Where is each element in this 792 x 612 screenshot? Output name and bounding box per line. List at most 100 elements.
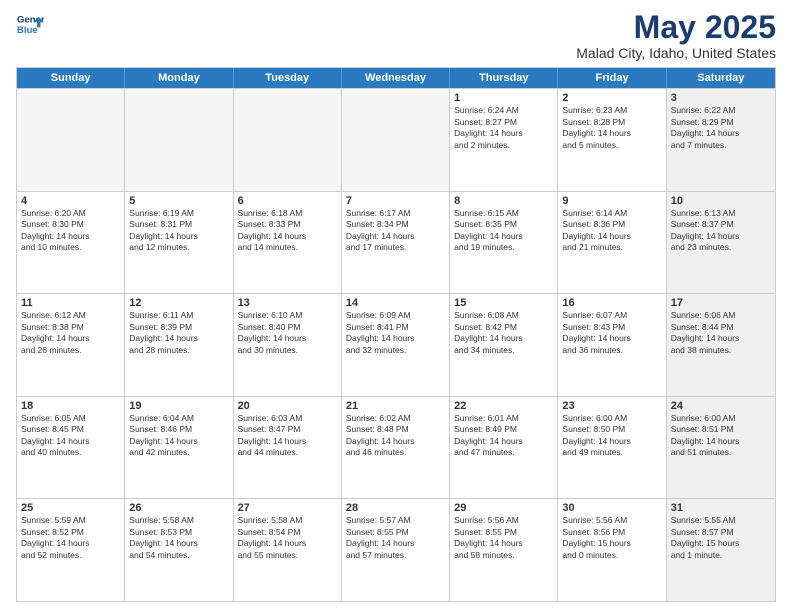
cell-info: Sunrise: 6:02 AM Sunset: 8:48 PM Dayligh… xyxy=(346,413,445,459)
cell-info: Sunrise: 6:15 AM Sunset: 8:35 PM Dayligh… xyxy=(454,208,553,254)
cell-info: Sunrise: 6:00 AM Sunset: 8:50 PM Dayligh… xyxy=(562,413,661,459)
day-number: 15 xyxy=(454,297,553,309)
calendar: SundayMondayTuesdayWednesdayThursdayFrid… xyxy=(16,67,776,602)
day-number: 9 xyxy=(562,195,661,207)
cal-cell-1-0: 4Sunrise: 6:20 AM Sunset: 8:30 PM Daylig… xyxy=(17,192,125,294)
cal-cell-3-5: 23Sunrise: 6:00 AM Sunset: 8:50 PM Dayli… xyxy=(558,397,666,499)
cal-cell-0-0 xyxy=(17,89,125,191)
cal-cell-2-3: 14Sunrise: 6:09 AM Sunset: 8:41 PM Dayli… xyxy=(342,294,450,396)
cal-cell-3-3: 21Sunrise: 6:02 AM Sunset: 8:48 PM Dayli… xyxy=(342,397,450,499)
cal-cell-3-1: 19Sunrise: 6:04 AM Sunset: 8:46 PM Dayli… xyxy=(125,397,233,499)
day-number: 29 xyxy=(454,502,553,514)
cal-row-2: 11Sunrise: 6:12 AM Sunset: 8:38 PM Dayli… xyxy=(17,293,775,396)
calendar-header: SundayMondayTuesdayWednesdayThursdayFrid… xyxy=(17,68,775,88)
day-number: 12 xyxy=(129,297,228,309)
day-number: 3 xyxy=(671,92,771,104)
day-number: 30 xyxy=(562,502,661,514)
cell-info: Sunrise: 6:03 AM Sunset: 8:47 PM Dayligh… xyxy=(238,413,337,459)
day-number: 17 xyxy=(671,297,771,309)
header-day-thursday: Thursday xyxy=(450,68,558,88)
cell-info: Sunrise: 5:58 AM Sunset: 8:54 PM Dayligh… xyxy=(238,515,337,561)
day-number: 24 xyxy=(671,400,771,412)
cal-cell-4-2: 27Sunrise: 5:58 AM Sunset: 8:54 PM Dayli… xyxy=(234,499,342,601)
day-number: 6 xyxy=(238,195,337,207)
cell-info: Sunrise: 6:06 AM Sunset: 8:44 PM Dayligh… xyxy=(671,310,771,356)
cal-row-4: 25Sunrise: 5:59 AM Sunset: 8:52 PM Dayli… xyxy=(17,498,775,601)
cell-info: Sunrise: 5:58 AM Sunset: 8:53 PM Dayligh… xyxy=(129,515,228,561)
cal-cell-4-6: 31Sunrise: 5:55 AM Sunset: 8:57 PM Dayli… xyxy=(667,499,775,601)
day-number: 16 xyxy=(562,297,661,309)
cal-cell-4-5: 30Sunrise: 5:56 AM Sunset: 8:56 PM Dayli… xyxy=(558,499,666,601)
logo: General Blue xyxy=(16,10,44,38)
cell-info: Sunrise: 6:22 AM Sunset: 8:29 PM Dayligh… xyxy=(671,105,771,151)
cell-info: Sunrise: 6:09 AM Sunset: 8:41 PM Dayligh… xyxy=(346,310,445,356)
cal-cell-3-6: 24Sunrise: 6:00 AM Sunset: 8:51 PM Dayli… xyxy=(667,397,775,499)
cal-row-0: 1Sunrise: 6:24 AM Sunset: 8:27 PM Daylig… xyxy=(17,88,775,191)
day-number: 31 xyxy=(671,502,771,514)
day-number: 14 xyxy=(346,297,445,309)
cell-info: Sunrise: 6:17 AM Sunset: 8:34 PM Dayligh… xyxy=(346,208,445,254)
cell-info: Sunrise: 5:59 AM Sunset: 8:52 PM Dayligh… xyxy=(21,515,120,561)
cell-info: Sunrise: 6:18 AM Sunset: 8:33 PM Dayligh… xyxy=(238,208,337,254)
day-number: 8 xyxy=(454,195,553,207)
cell-info: Sunrise: 5:55 AM Sunset: 8:57 PM Dayligh… xyxy=(671,515,771,561)
cell-info: Sunrise: 6:11 AM Sunset: 8:39 PM Dayligh… xyxy=(129,310,228,356)
cal-cell-2-0: 11Sunrise: 6:12 AM Sunset: 8:38 PM Dayli… xyxy=(17,294,125,396)
day-number: 19 xyxy=(129,400,228,412)
cal-cell-2-2: 13Sunrise: 6:10 AM Sunset: 8:40 PM Dayli… xyxy=(234,294,342,396)
cal-cell-3-4: 22Sunrise: 6:01 AM Sunset: 8:49 PM Dayli… xyxy=(450,397,558,499)
cal-cell-2-1: 12Sunrise: 6:11 AM Sunset: 8:39 PM Dayli… xyxy=(125,294,233,396)
cell-info: Sunrise: 6:10 AM Sunset: 8:40 PM Dayligh… xyxy=(238,310,337,356)
day-number: 11 xyxy=(21,297,120,309)
cell-info: Sunrise: 6:23 AM Sunset: 8:28 PM Dayligh… xyxy=(562,105,661,151)
cal-cell-4-4: 29Sunrise: 5:56 AM Sunset: 8:55 PM Dayli… xyxy=(450,499,558,601)
cal-row-3: 18Sunrise: 6:05 AM Sunset: 8:45 PM Dayli… xyxy=(17,396,775,499)
cal-cell-0-5: 2Sunrise: 6:23 AM Sunset: 8:28 PM Daylig… xyxy=(558,89,666,191)
day-number: 20 xyxy=(238,400,337,412)
header-day-tuesday: Tuesday xyxy=(234,68,342,88)
svg-text:Blue: Blue xyxy=(17,25,38,36)
cell-info: Sunrise: 6:19 AM Sunset: 8:31 PM Dayligh… xyxy=(129,208,228,254)
cal-cell-4-0: 25Sunrise: 5:59 AM Sunset: 8:52 PM Dayli… xyxy=(17,499,125,601)
cal-cell-2-4: 15Sunrise: 6:08 AM Sunset: 8:42 PM Dayli… xyxy=(450,294,558,396)
cell-info: Sunrise: 5:56 AM Sunset: 8:56 PM Dayligh… xyxy=(562,515,661,561)
day-number: 26 xyxy=(129,502,228,514)
cal-cell-1-6: 10Sunrise: 6:13 AM Sunset: 8:37 PM Dayli… xyxy=(667,192,775,294)
cal-cell-1-3: 7Sunrise: 6:17 AM Sunset: 8:34 PM Daylig… xyxy=(342,192,450,294)
day-number: 13 xyxy=(238,297,337,309)
cell-info: Sunrise: 6:14 AM Sunset: 8:36 PM Dayligh… xyxy=(562,208,661,254)
day-number: 2 xyxy=(562,92,661,104)
calendar-body: 1Sunrise: 6:24 AM Sunset: 8:27 PM Daylig… xyxy=(17,88,775,601)
day-number: 27 xyxy=(238,502,337,514)
day-number: 4 xyxy=(21,195,120,207)
cal-cell-4-3: 28Sunrise: 5:57 AM Sunset: 8:55 PM Dayli… xyxy=(342,499,450,601)
cal-row-1: 4Sunrise: 6:20 AM Sunset: 8:30 PM Daylig… xyxy=(17,191,775,294)
cell-info: Sunrise: 6:07 AM Sunset: 8:43 PM Dayligh… xyxy=(562,310,661,356)
header-day-sunday: Sunday xyxy=(17,68,125,88)
cell-info: Sunrise: 5:57 AM Sunset: 8:55 PM Dayligh… xyxy=(346,515,445,561)
day-number: 23 xyxy=(562,400,661,412)
cal-cell-2-5: 16Sunrise: 6:07 AM Sunset: 8:43 PM Dayli… xyxy=(558,294,666,396)
cal-cell-0-2 xyxy=(234,89,342,191)
header-day-saturday: Saturday xyxy=(667,68,775,88)
cal-cell-4-1: 26Sunrise: 5:58 AM Sunset: 8:53 PM Dayli… xyxy=(125,499,233,601)
cell-info: Sunrise: 6:24 AM Sunset: 8:27 PM Dayligh… xyxy=(454,105,553,151)
day-number: 5 xyxy=(129,195,228,207)
day-number: 25 xyxy=(21,502,120,514)
title-block: May 2025 Malad City, Idaho, United State… xyxy=(576,10,776,61)
cal-cell-3-2: 20Sunrise: 6:03 AM Sunset: 8:47 PM Dayli… xyxy=(234,397,342,499)
cell-info: Sunrise: 6:05 AM Sunset: 8:45 PM Dayligh… xyxy=(21,413,120,459)
subtitle: Malad City, Idaho, United States xyxy=(576,45,776,61)
cal-cell-0-3 xyxy=(342,89,450,191)
cal-cell-1-4: 8Sunrise: 6:15 AM Sunset: 8:35 PM Daylig… xyxy=(450,192,558,294)
cell-info: Sunrise: 6:08 AM Sunset: 8:42 PM Dayligh… xyxy=(454,310,553,356)
cell-info: Sunrise: 6:20 AM Sunset: 8:30 PM Dayligh… xyxy=(21,208,120,254)
day-number: 7 xyxy=(346,195,445,207)
main-title: May 2025 xyxy=(576,10,776,45)
cal-cell-1-1: 5Sunrise: 6:19 AM Sunset: 8:31 PM Daylig… xyxy=(125,192,233,294)
cal-cell-0-1 xyxy=(125,89,233,191)
logo-icon: General Blue xyxy=(16,10,44,38)
cell-info: Sunrise: 6:01 AM Sunset: 8:49 PM Dayligh… xyxy=(454,413,553,459)
header-day-monday: Monday xyxy=(125,68,233,88)
day-number: 1 xyxy=(454,92,553,104)
